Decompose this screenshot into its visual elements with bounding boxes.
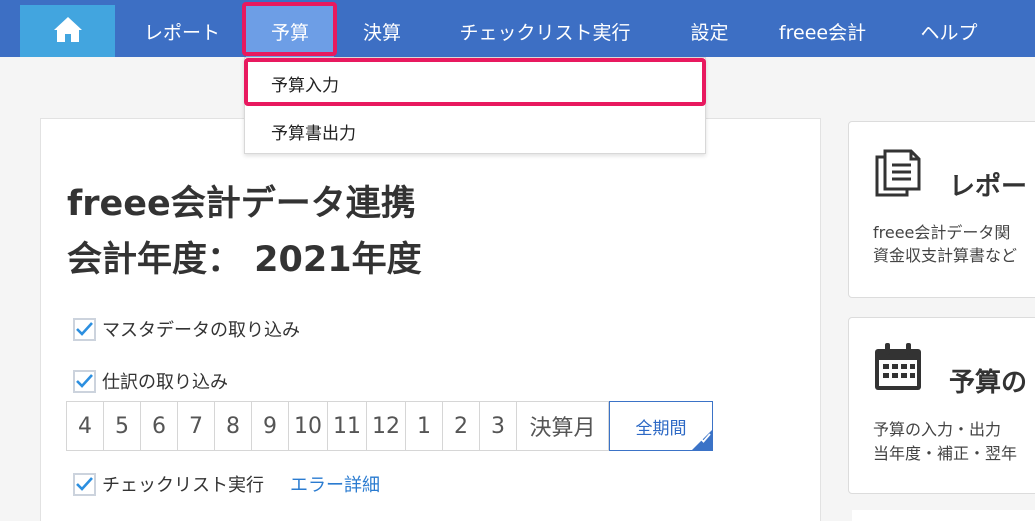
budget-card-title: 予算の: [949, 368, 1028, 398]
top-navbar: レポート 予算 決算 チェックリスト実行 設定 freee会計 ヘルプ: [0, 0, 1035, 57]
report-card-title: レポー: [949, 172, 1028, 202]
month-button[interactable]: 1: [405, 401, 443, 451]
next-card-edge: [852, 510, 1035, 521]
document-icon: [873, 149, 921, 203]
report-card-desc-line1: freee会計データ関: [873, 223, 1011, 242]
nav-item-settings[interactable]: 設定: [662, 5, 757, 57]
month-button[interactable]: 4: [66, 401, 104, 451]
journal-label: 仕訳の取り込み: [102, 372, 228, 393]
month-button[interactable]: 2: [442, 401, 480, 451]
budget-input-highlight: [244, 58, 706, 106]
nav-item-report[interactable]: レポート: [120, 5, 244, 57]
budget-card-desc-line1: 予算の入力・出力: [873, 420, 1002, 439]
month-button[interactable]: 6: [140, 401, 178, 451]
report-card[interactable]: レポー freee会計データ関 資金収支計算書など: [848, 121, 1035, 298]
all-period-button[interactable]: 全期間: [609, 401, 713, 451]
budget-tab-highlight: [242, 2, 337, 56]
nav-item-freee[interactable]: freee会計: [759, 5, 886, 57]
budget-card-desc-line2: 当年度・補正・翌年: [873, 444, 1018, 463]
budget-card[interactable]: 予算の 予算の入力・出力 当年度・補正・翌年: [848, 317, 1035, 494]
month-button[interactable]: 9: [251, 401, 289, 451]
checklist-checkbox[interactable]: [73, 472, 96, 496]
checklist-label: チェックリスト実行: [102, 475, 264, 496]
freee-sync-card: freee会計データ連携 会計年度： 2021年度 マスタデータの取り込み 仕訳…: [40, 118, 821, 521]
check-icon: [699, 428, 711, 448]
master-data-checkbox[interactable]: [73, 317, 96, 341]
nav-item-closing[interactable]: 決算: [336, 5, 428, 57]
journal-checkbox[interactable]: [73, 369, 96, 393]
fiscal-year-title: 会計年度： 2021年度: [67, 240, 422, 280]
all-period-label: 全期間: [635, 418, 687, 439]
month-button[interactable]: 11: [327, 401, 367, 451]
month-button[interactable]: 10: [288, 401, 328, 451]
month-button[interactable]: 7: [177, 401, 215, 451]
closing-month-button[interactable]: 決算月: [516, 401, 609, 451]
month-button[interactable]: 8: [214, 401, 252, 451]
menu-item-budget-output[interactable]: 予算書出力: [271, 119, 356, 144]
page-title: freee会計データ連携: [67, 184, 416, 224]
checklist-option[interactable]: チェックリスト実行 エラー詳細: [73, 471, 380, 497]
report-card-desc-line2: 資金収支計算書など: [873, 246, 1018, 265]
month-selector: 4 5 6 7 8 9 10 11 12 1 2 3 決算月 全期間: [66, 401, 713, 451]
nav-item-checklist[interactable]: チェックリスト実行: [430, 5, 660, 57]
home-icon: [53, 15, 83, 47]
month-button[interactable]: 3: [479, 401, 517, 451]
nav-item-help[interactable]: ヘルプ: [888, 5, 1010, 57]
journal-option[interactable]: 仕訳の取り込み: [73, 368, 228, 394]
error-detail-link[interactable]: エラー詳細: [290, 471, 380, 497]
master-data-label: マスタデータの取り込み: [102, 320, 300, 341]
month-button[interactable]: 12: [366, 401, 406, 451]
calendar-icon: [873, 342, 923, 396]
month-button[interactable]: 5: [103, 401, 141, 451]
home-button[interactable]: [20, 5, 115, 57]
master-data-option[interactable]: マスタデータの取り込み: [73, 316, 300, 342]
